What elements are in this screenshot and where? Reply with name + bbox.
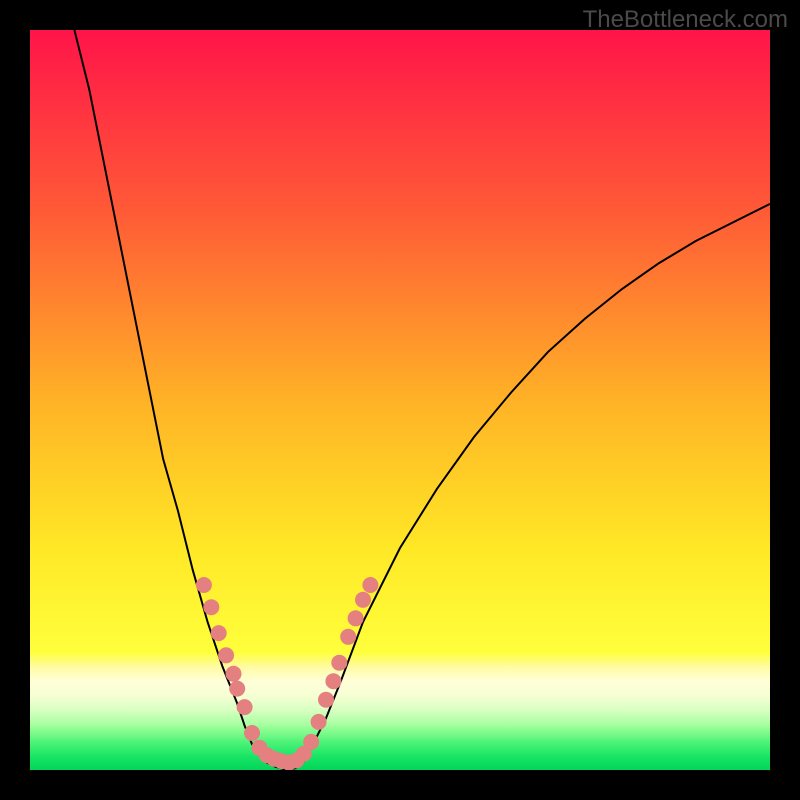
data-marker [340, 629, 356, 645]
curve-left-branch [74, 30, 289, 770]
watermark-text: TheBottleneck.com [583, 6, 788, 34]
plot-area [30, 30, 770, 770]
data-marker [218, 647, 234, 663]
curve-svg [30, 30, 770, 770]
data-marker [244, 725, 260, 741]
data-marker [355, 592, 371, 608]
chart-frame: TheBottleneck.com [0, 0, 800, 800]
data-marker [229, 681, 245, 697]
data-marker [196, 577, 212, 593]
data-marker [226, 666, 242, 682]
data-marker [311, 714, 327, 730]
data-marker [303, 734, 319, 750]
curve-right-branch [289, 204, 770, 770]
data-marker [362, 577, 378, 593]
data-marker [348, 610, 364, 626]
data-marker [203, 599, 219, 615]
data-marker [325, 673, 341, 689]
data-marker [331, 655, 347, 671]
data-marker [211, 625, 227, 641]
data-marker [237, 699, 253, 715]
data-marker [318, 692, 334, 708]
